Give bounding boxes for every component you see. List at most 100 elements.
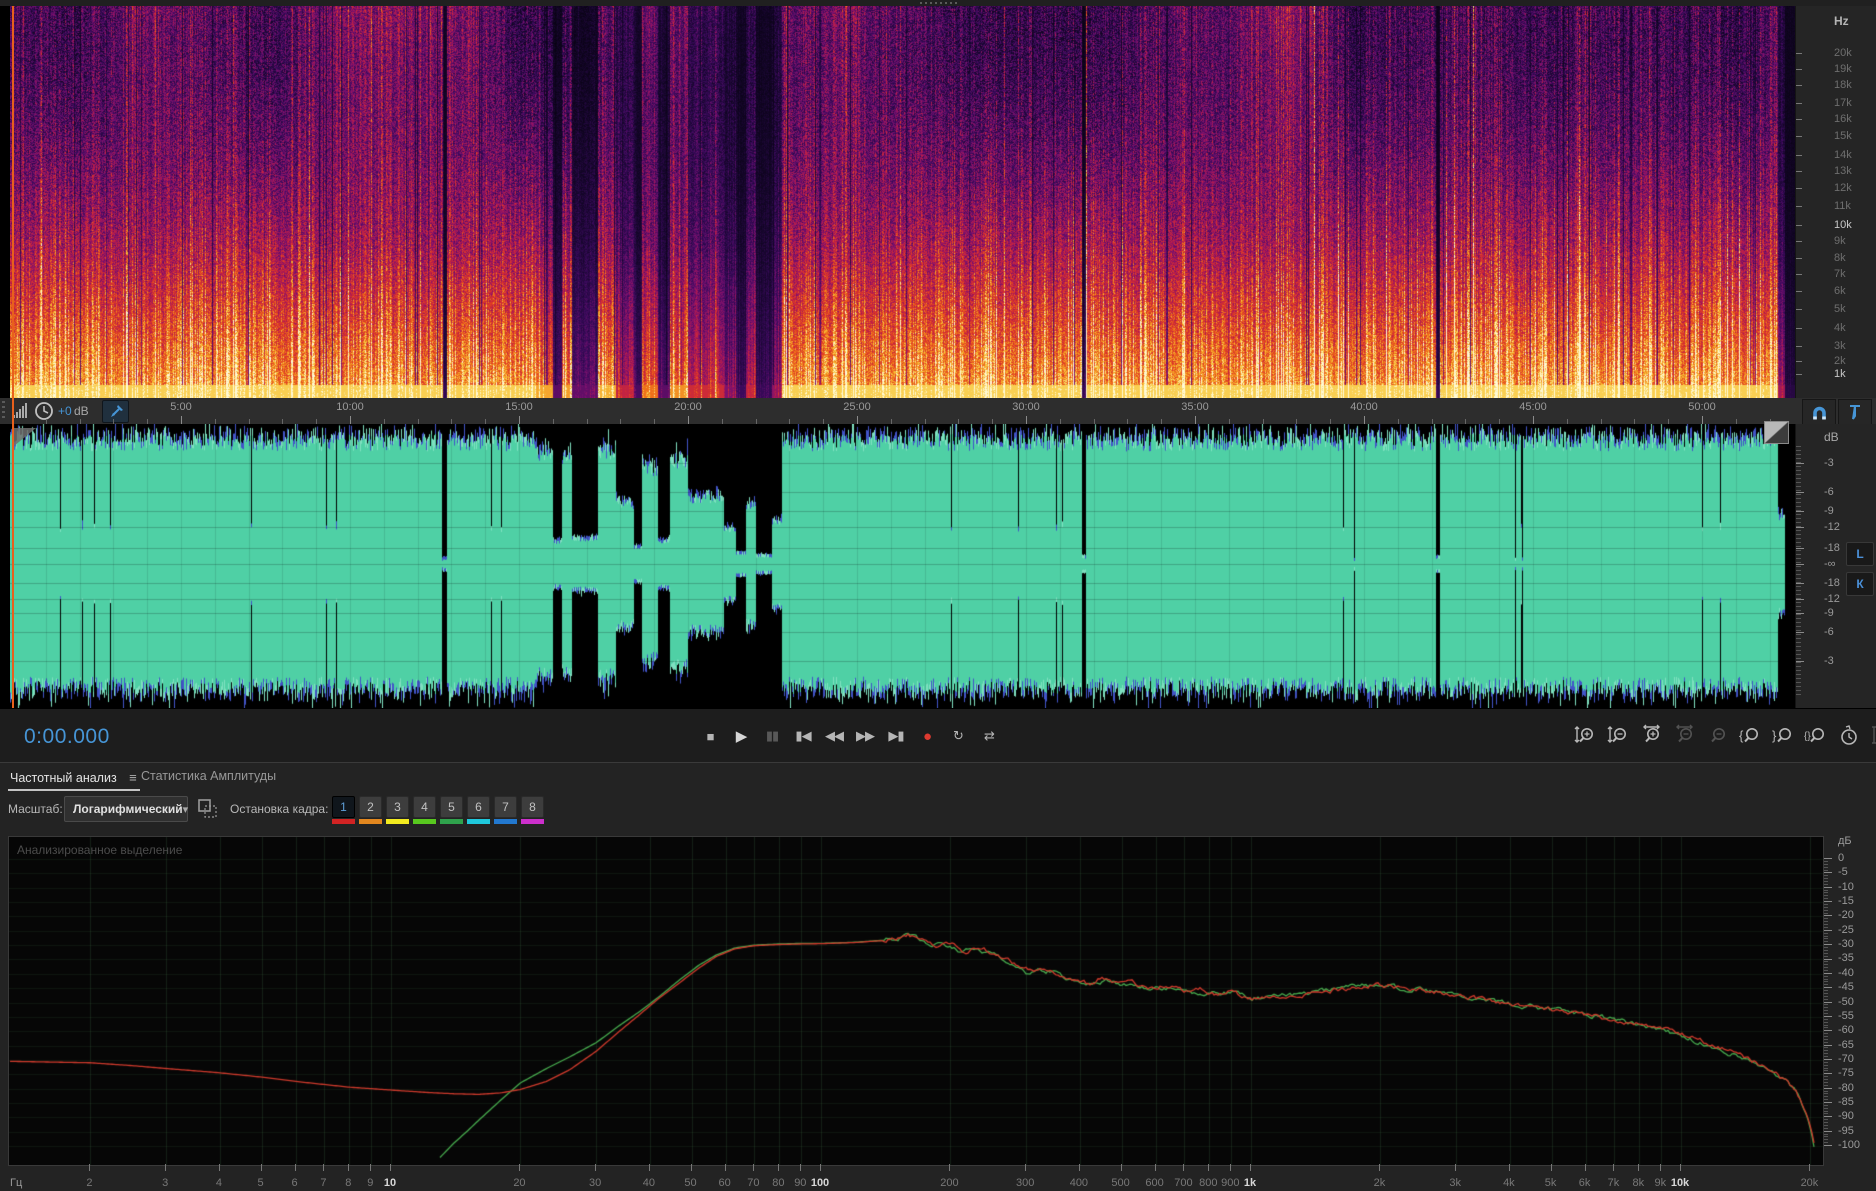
play-button[interactable]: ▶: [728, 724, 754, 748]
plot-freq-tick: [294, 1164, 296, 1171]
loop-playback-button[interactable]: ↻: [945, 724, 971, 748]
freq-tick-label: 18k: [1834, 79, 1852, 91]
plot-db-tick: [1824, 1130, 1832, 1132]
skip-selection-button[interactable]: ⇄: [976, 724, 1002, 748]
hold-frame-button-4[interactable]: 4: [413, 796, 436, 818]
panel-menu-icon[interactable]: ≡: [129, 770, 137, 785]
plot-freq-tick: [1230, 1164, 1232, 1171]
plot-db-tick-label: -70: [1838, 1052, 1854, 1065]
hold-frame-color-7: [494, 819, 517, 824]
zoom-in-left-selection-button[interactable]: {: [1737, 724, 1763, 748]
plot-db-tick-label: -40: [1838, 966, 1854, 979]
plot-db-tick-label: -30: [1838, 938, 1854, 951]
hold-frame-button-5[interactable]: 5: [440, 796, 463, 818]
db-tick: [1796, 613, 1804, 614]
hold-frame-button-2[interactable]: 2: [359, 796, 382, 818]
plot-db-tick: [1824, 1076, 1828, 1078]
hold-frame-button-3[interactable]: 3: [386, 796, 409, 818]
plot-db-tick-label: -85: [1838, 1095, 1854, 1108]
transport-controls: ■ ▶ ▮▮ ▮◀ ◀◀ ▶▶ ▶▮ ● ↻ ⇄: [697, 724, 1002, 748]
rewind-button[interactable]: ◀◀: [821, 724, 847, 748]
frequency-plot[interactable]: Анализированное выделение: [8, 836, 1824, 1166]
fade-out-handle[interactable]: [1764, 421, 1789, 444]
spectrogram-display[interactable]: [10, 6, 1795, 398]
zoom-in-right-selection-button[interactable]: }: [1770, 724, 1796, 748]
plot-db-tick: [1824, 938, 1828, 940]
plot-db-tick: [1824, 1001, 1832, 1003]
zoom-in-vertical-button[interactable]: [1572, 724, 1598, 748]
waveform-display[interactable]: [10, 424, 1793, 708]
plot-db-tick: [1824, 1122, 1828, 1123]
plot-db-tick: [1824, 1044, 1832, 1046]
pause-button[interactable]: ▮▮: [759, 724, 785, 748]
time-display[interactable]: 0:00.000: [24, 725, 110, 749]
zoom-full-button[interactable]: [1869, 724, 1876, 748]
zoom-out-horizontal-button[interactable]: [1671, 724, 1697, 748]
panel-grip-handle[interactable]: [920, 2, 960, 4]
zoom-to-selection-button[interactable]: {}: [1803, 724, 1829, 748]
plot-db-tick: [1824, 932, 1828, 934]
db-tick: [1796, 548, 1804, 549]
zoom-reset-button[interactable]: [1704, 724, 1730, 748]
plot-freq-tick: [1208, 1164, 1210, 1171]
plot-freq-tick: [218, 1164, 220, 1171]
playhead[interactable]: [12, 6, 14, 708]
time-ruler-label: 10:00: [336, 401, 364, 413]
plot-freq-tick-label: 8k: [1632, 1177, 1645, 1189]
channel-right-button[interactable]: К: [1846, 572, 1874, 596]
plot-freq-tick: [1550, 1164, 1552, 1171]
hold-frame-button-8[interactable]: 8: [521, 796, 544, 818]
copy-frame-icon[interactable]: [197, 798, 219, 824]
scale-select[interactable]: Логарифмический ▾: [64, 796, 188, 822]
freq-tick: [1796, 258, 1802, 259]
scale-select-value: Логарифмический: [73, 802, 183, 816]
fade-in-handle[interactable]: [14, 428, 36, 446]
plot-db-tick: [1824, 1056, 1828, 1057]
freq-tick-label: 19k: [1834, 63, 1852, 75]
fast-forward-button[interactable]: ▶▶: [852, 724, 878, 748]
svg-text:}: }: [1772, 728, 1777, 743]
plot-freq-tick-label: 300: [1015, 1177, 1035, 1189]
tab-frequency-analysis[interactable]: Частотный анализ ≡: [8, 769, 140, 791]
snap-toggle-button[interactable]: [1802, 399, 1836, 425]
time-ruler-label: 50:00: [1688, 401, 1716, 413]
plot-db-tick: [1824, 872, 1832, 874]
plot-freq-tick: [1508, 1164, 1510, 1171]
stop-button[interactable]: ■: [697, 724, 723, 748]
plot-db-tick: [1824, 1090, 1828, 1092]
plot-db-tick: [1824, 889, 1828, 891]
zoom-in-horizontal-button[interactable]: [1638, 724, 1664, 748]
restore-default-zoom-button[interactable]: [1836, 724, 1862, 748]
plot-db-tick-label: -25: [1838, 923, 1854, 936]
plot-db-tick: [1824, 1096, 1828, 1098]
hold-frame-button-7[interactable]: 7: [494, 796, 517, 818]
plot-freq-tick: [348, 1164, 350, 1171]
hold-frame-button-1[interactable]: 1: [332, 796, 355, 818]
plot-db-tick: [1824, 972, 1832, 974]
plot-freq-tick-label: 7: [320, 1177, 327, 1189]
time-ruler[interactable]: 5:00 10:00 15:00 20:00 25:00 30:00 35:00 40:00 4…: [0, 398, 1795, 424]
record-button[interactable]: ●: [914, 724, 940, 748]
time-tick: [1026, 416, 1027, 424]
plot-freq-tick: [724, 1164, 726, 1171]
hold-frame-color-5: [440, 819, 463, 824]
go-to-start-button[interactable]: ▮◀: [790, 724, 816, 748]
hold-frame-button-6[interactable]: 6: [467, 796, 490, 818]
freq-tick-label: 6k: [1834, 285, 1846, 297]
hold-frame-color-3: [386, 819, 409, 824]
tab-amplitude-statistics[interactable]: Статистика Амплитуды: [141, 769, 276, 783]
marker-pin-button[interactable]: [1838, 399, 1872, 425]
plot-freq-tick: [648, 1164, 650, 1171]
hold-frame-color-1: [332, 819, 355, 824]
channel-left-button[interactable]: L: [1846, 542, 1874, 566]
plot-db-tick: [1824, 961, 1828, 963]
plot-db-tick-label: -80: [1838, 1081, 1854, 1094]
plot-freq-tick: [1078, 1164, 1080, 1171]
freq-tick-label: 7k: [1834, 268, 1846, 280]
zoom-out-vertical-button[interactable]: [1605, 724, 1631, 748]
plot-freq-tick-label: 800: [1199, 1177, 1218, 1189]
plot-db-tick: [1824, 1041, 1828, 1043]
freq-tick-label: 1k: [1834, 368, 1846, 380]
plot-db-tick: [1824, 1047, 1828, 1049]
go-to-end-button[interactable]: ▶▮: [883, 724, 909, 748]
